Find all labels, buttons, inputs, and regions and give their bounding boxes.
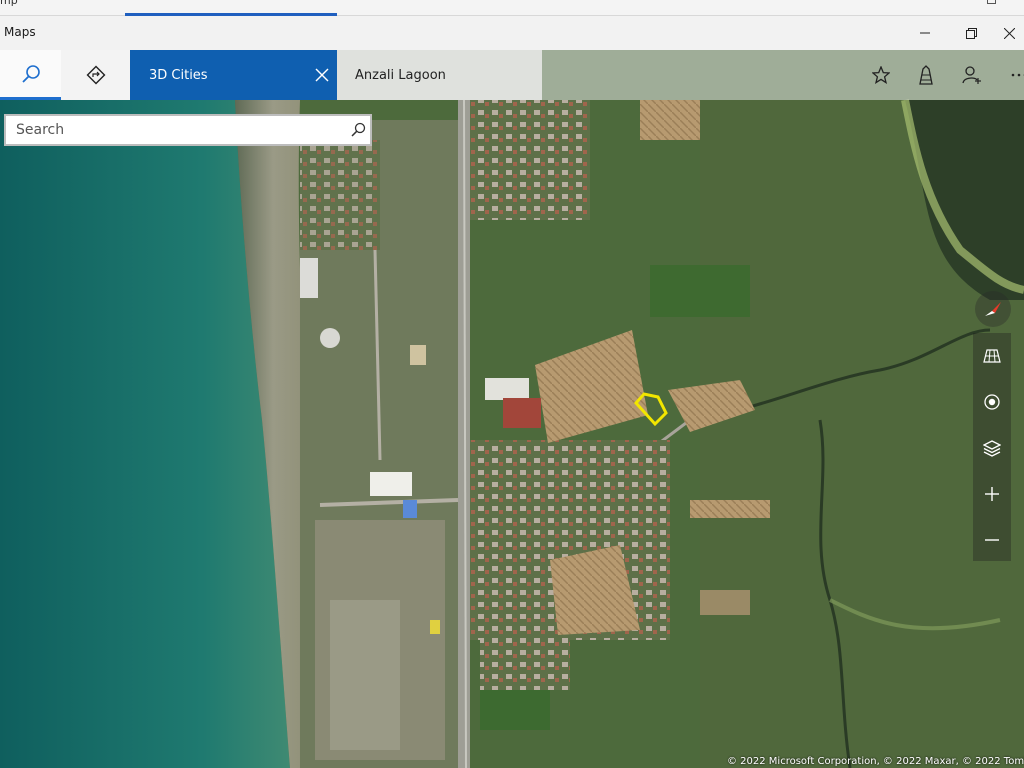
zoom-out-icon [985,539,999,541]
minimize-icon [920,32,930,34]
search-tab[interactable] [0,50,61,100]
compass-icon [985,302,1001,316]
my-location-icon [984,394,1000,410]
directions-icon [86,65,105,85]
search-input[interactable] [6,116,336,144]
background-window-button-icon [987,0,996,4]
tilt-grid-icon [983,349,1001,363]
favorites-button[interactable] [870,64,892,86]
zoom-in-icon [985,487,999,501]
map-copyright: © 2022 Microsoft Corporation, © 2022 Max… [727,756,1024,767]
minimize-button[interactable] [902,16,948,50]
more-button[interactable] [1008,64,1024,86]
zoom-out-button[interactable] [973,517,1011,563]
directions-tab[interactable] [61,50,130,100]
account-add-icon [962,66,981,84]
tab-3d-cities[interactable]: 3D Cities [130,50,337,100]
close-icon[interactable] [313,66,331,84]
search-icon [21,64,40,83]
search-icon[interactable] [350,122,366,138]
zoom-in-button[interactable] [973,471,1011,517]
tab-anzali-lagoon[interactable]: Anzali Lagoon [337,50,542,100]
layers-button[interactable] [973,425,1011,471]
restore-button[interactable] [948,16,994,50]
toolbar-right-area [542,50,1024,100]
more-icon [1011,73,1024,77]
layers-icon [983,440,1001,457]
tab-3d-cities-label: 3D Cities [149,68,208,83]
title-bar: Maps [0,16,1024,50]
restore-icon [965,27,977,39]
background-window-text: mp [0,0,18,7]
map-controls-panel [973,333,1011,561]
3d-cities-landmark-icon [919,65,933,85]
toolbar: 3D Cities Anzali Lagoon [0,50,1024,100]
close-icon [1003,27,1015,39]
3d-cities-button[interactable] [915,64,937,86]
account-button[interactable] [961,64,983,86]
tilt-button[interactable] [973,333,1011,379]
compass-button[interactable] [975,291,1011,327]
close-window-button[interactable] [994,16,1024,50]
favorites-star-icon [872,66,890,84]
background-window-strip: mp [0,0,1024,16]
app-title: Maps [4,25,36,39]
search-box [4,114,372,146]
tab-anzali-lagoon-label: Anzali Lagoon [355,68,446,83]
my-location-button[interactable] [973,379,1011,425]
